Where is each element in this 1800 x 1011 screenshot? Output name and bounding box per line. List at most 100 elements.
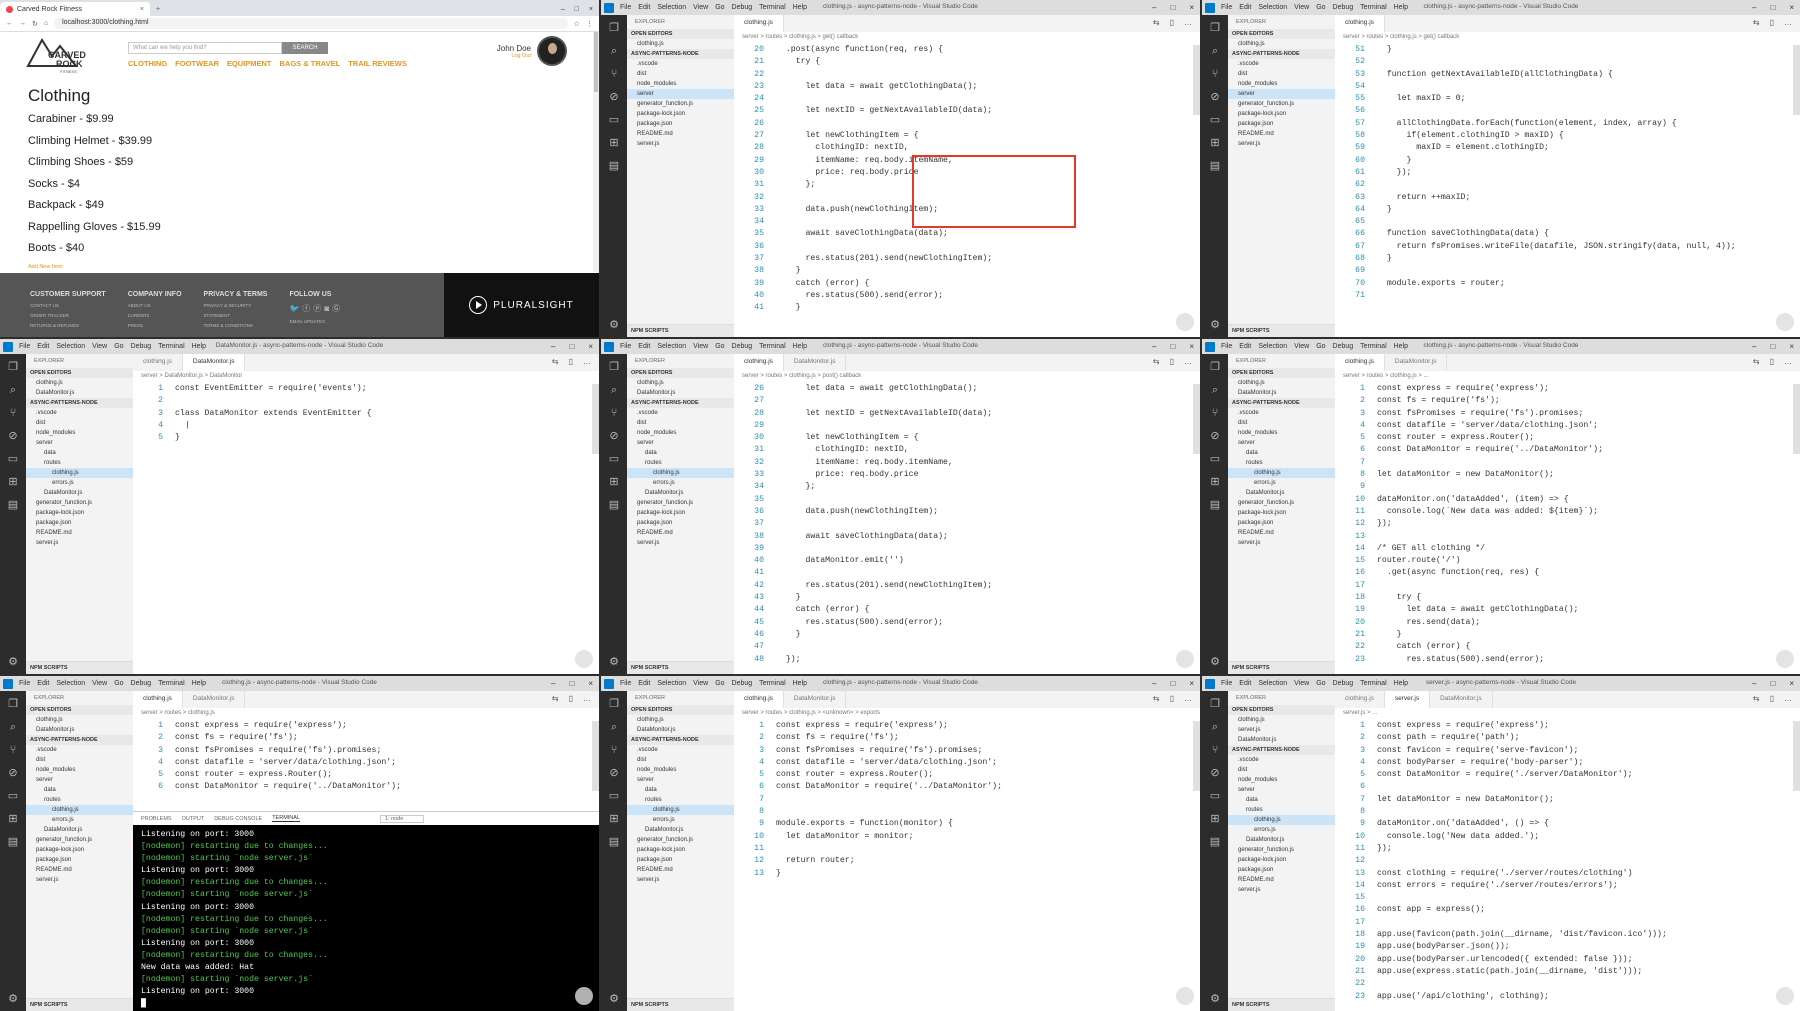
menu-help[interactable]: Help bbox=[1394, 343, 1408, 350]
remote-icon[interactable]: ▭ bbox=[609, 790, 619, 802]
close-window-icon[interactable]: × bbox=[1189, 679, 1194, 688]
menu-view[interactable]: View bbox=[693, 343, 708, 350]
split-icon[interactable]: ⇆ bbox=[1153, 18, 1160, 29]
close-window-icon[interactable]: × bbox=[1789, 679, 1794, 688]
extensions-icon[interactable]: ⊞ bbox=[8, 813, 17, 825]
open-editor-item[interactable]: clothing.js bbox=[26, 378, 133, 388]
file-tree-item[interactable]: clothing.js bbox=[627, 805, 734, 815]
menu-selection[interactable]: Selection bbox=[56, 343, 85, 350]
menu-help[interactable]: Help bbox=[793, 343, 807, 350]
star-icon[interactable]: ☆ bbox=[574, 20, 580, 28]
close-window-icon[interactable]: × bbox=[1189, 3, 1194, 12]
editor-tab[interactable]: DataMonitor.js bbox=[1385, 354, 1448, 371]
file-tree-item[interactable]: generator_function.js bbox=[627, 99, 734, 109]
close-window-icon[interactable]: × bbox=[589, 6, 593, 13]
minimize-icon[interactable]: – bbox=[551, 679, 555, 688]
docker-icon[interactable]: ▤ bbox=[8, 499, 18, 511]
maximize-icon[interactable]: □ bbox=[1170, 342, 1175, 351]
minimize-icon[interactable]: – bbox=[1752, 3, 1756, 12]
editor-tab[interactable]: clothing.js bbox=[133, 354, 183, 371]
menu-edit[interactable]: Edit bbox=[638, 343, 650, 350]
menu-file[interactable]: File bbox=[1221, 680, 1232, 687]
file-tree-item[interactable]: generator_function.js bbox=[1228, 498, 1335, 508]
file-tree-item[interactable]: .vscode bbox=[627, 745, 734, 755]
editor-scrollbar[interactable] bbox=[1793, 45, 1800, 115]
editor-tab[interactable]: clothing.js bbox=[1335, 354, 1385, 371]
file-tree-item[interactable]: dist bbox=[1228, 418, 1335, 428]
footer-link[interactable]: STATEMENT bbox=[204, 313, 268, 318]
minimize-icon[interactable]: – bbox=[561, 6, 565, 13]
menu-debug[interactable]: Debug bbox=[131, 343, 152, 350]
file-tree-item[interactable]: package-lock.json bbox=[1228, 855, 1335, 865]
search-icon[interactable]: ⌕ bbox=[10, 384, 16, 396]
code-editor[interactable]: 1 const express = require('express'); 2 con… bbox=[133, 720, 599, 794]
menu-file[interactable]: File bbox=[1221, 4, 1232, 11]
project-header[interactable]: ASYNC-PATTERNS-NODE bbox=[627, 398, 734, 408]
npm-scripts-header[interactable]: NPM SCRIPTS bbox=[627, 998, 734, 1011]
file-tree-item[interactable]: dist bbox=[627, 755, 734, 765]
layout-icon[interactable]: ▯ bbox=[1170, 18, 1174, 29]
source-control-icon[interactable]: ⑂ bbox=[611, 407, 618, 419]
file-tree-item[interactable]: server bbox=[26, 438, 133, 448]
explorer-icon[interactable]: ❐ bbox=[609, 361, 619, 373]
source-control-icon[interactable]: ⑂ bbox=[1212, 407, 1219, 419]
file-tree-item[interactable]: node_modules bbox=[627, 428, 734, 438]
debug-icon[interactable]: ⊘ bbox=[609, 430, 618, 442]
minimize-icon[interactable]: – bbox=[1152, 679, 1156, 688]
file-tree-item[interactable]: server bbox=[26, 775, 133, 785]
open-editors-header[interactable]: OPEN EDITORS bbox=[627, 29, 734, 39]
menu-terminal[interactable]: Terminal bbox=[1360, 4, 1386, 11]
open-editor-item[interactable]: DataMonitor.js bbox=[1228, 388, 1335, 398]
file-tree-item[interactable]: data bbox=[627, 785, 734, 795]
source-control-icon[interactable]: ⑂ bbox=[611, 68, 618, 80]
menu-selection[interactable]: Selection bbox=[56, 680, 85, 687]
menu-debug[interactable]: Debug bbox=[131, 680, 152, 687]
project-header[interactable]: ASYNC-PATTERNS-NODE bbox=[1228, 745, 1335, 755]
file-tree-item[interactable]: clothing.js bbox=[26, 468, 133, 478]
open-editors-header[interactable]: OPEN EDITORS bbox=[627, 368, 734, 378]
browser-tab[interactable]: Carved Rock Fitness × bbox=[0, 2, 150, 16]
editor-tab[interactable]: DataMonitor.js bbox=[182, 354, 246, 371]
file-tree-item[interactable]: routes bbox=[26, 795, 133, 805]
explorer-icon[interactable]: ❐ bbox=[1210, 22, 1220, 34]
more-icon[interactable]: … bbox=[1184, 18, 1192, 29]
file-tree-item[interactable]: package.json bbox=[627, 119, 734, 129]
file-tree-item[interactable]: generator_function.js bbox=[1228, 845, 1335, 855]
menu-selection[interactable]: Selection bbox=[657, 4, 686, 11]
docker-icon[interactable]: ▤ bbox=[1210, 160, 1220, 172]
maximize-icon[interactable]: □ bbox=[1170, 679, 1175, 688]
menu-file[interactable]: File bbox=[1221, 343, 1232, 350]
file-tree-item[interactable]: errors.js bbox=[627, 478, 734, 488]
search-icon[interactable]: ⌕ bbox=[10, 721, 16, 733]
file-tree-item[interactable]: package.json bbox=[627, 518, 734, 528]
extensions-icon[interactable]: ⊞ bbox=[1210, 137, 1219, 149]
nav-footwear[interactable]: FOOTWEAR bbox=[175, 59, 219, 68]
menu-view[interactable]: View bbox=[92, 343, 107, 350]
file-tree-item[interactable]: routes bbox=[26, 458, 133, 468]
file-tree-item[interactable]: server.js bbox=[627, 875, 734, 885]
file-tree-item[interactable]: generator_function.js bbox=[627, 835, 734, 845]
footer-link[interactable]: CAREERS bbox=[128, 313, 182, 318]
social-icons[interactable]: 🐦ⓕⓟ◙Ⓖ bbox=[289, 303, 343, 314]
menu-file[interactable]: File bbox=[620, 343, 631, 350]
file-tree-item[interactable]: node_modules bbox=[26, 428, 133, 438]
footer-link[interactable]: ABOUT US bbox=[128, 303, 182, 308]
editor-scrollbar[interactable] bbox=[1193, 384, 1200, 454]
menu-selection[interactable]: Selection bbox=[1258, 680, 1287, 687]
open-editor-item[interactable]: server.js bbox=[1228, 725, 1335, 735]
debug-icon[interactable]: ⊘ bbox=[609, 91, 618, 103]
gear-icon[interactable]: ⚙ bbox=[609, 656, 619, 668]
maximize-icon[interactable]: □ bbox=[569, 342, 574, 351]
home-icon[interactable]: ⌂ bbox=[44, 20, 48, 27]
file-tree-item[interactable]: DataMonitor.js bbox=[627, 825, 734, 835]
file-tree-item[interactable]: dist bbox=[1228, 765, 1335, 775]
editor-scrollbar[interactable] bbox=[1793, 721, 1800, 791]
open-editor-item[interactable]: clothing.js bbox=[26, 715, 133, 725]
file-tree-item[interactable]: server.js bbox=[1228, 885, 1335, 895]
menu-edit[interactable]: Edit bbox=[37, 343, 49, 350]
file-tree-item[interactable]: errors.js bbox=[26, 815, 133, 825]
file-tree-item[interactable]: data bbox=[627, 448, 734, 458]
file-tree-item[interactable]: generator_function.js bbox=[1228, 99, 1335, 109]
menu-go[interactable]: Go bbox=[715, 4, 724, 11]
file-tree-item[interactable]: package.json bbox=[1228, 119, 1335, 129]
